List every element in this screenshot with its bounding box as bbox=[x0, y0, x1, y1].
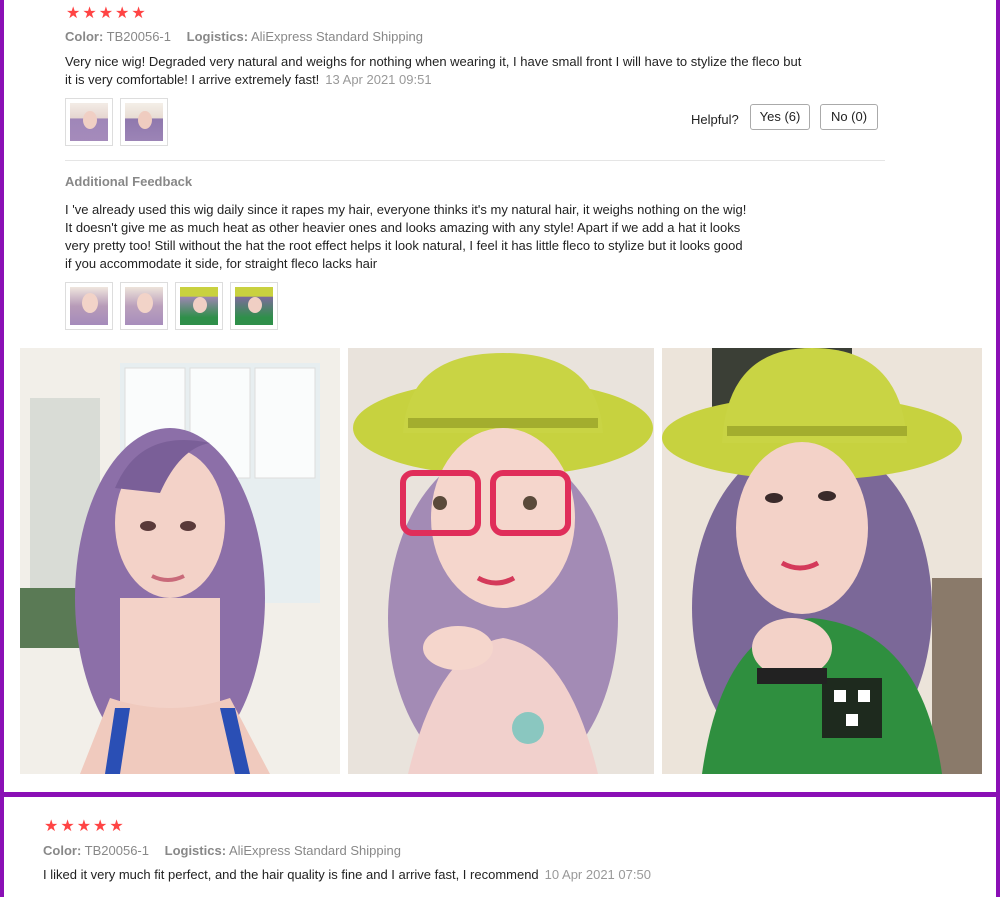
star-icon: ★ bbox=[76, 818, 92, 835]
review-card: ★ ★ ★ ★ ★ Color: TB20056-1 Logistics: Al… bbox=[4, 0, 996, 792]
review-text-block: Very nice wig! Degraded very natural and… bbox=[65, 53, 805, 89]
review-thumbnail[interactable] bbox=[65, 98, 113, 146]
star-icon: ★ bbox=[115, 5, 130, 22]
review-card: ★ ★ ★ ★ ★ Color: TB20056-1 Logistics: Al… bbox=[4, 797, 996, 897]
feedback-thumbnail[interactable] bbox=[65, 282, 113, 330]
review-photo-large[interactable] bbox=[20, 348, 340, 774]
divider bbox=[65, 160, 885, 161]
helpful-yes-button[interactable]: Yes (6) bbox=[750, 104, 810, 130]
star-rating: ★ ★ ★ ★ ★ bbox=[66, 6, 146, 22]
star-icon: ★ bbox=[93, 818, 108, 835]
color-label: Color: bbox=[65, 29, 104, 44]
color-value: TB20056-1 bbox=[106, 29, 171, 44]
star-icon: ★ bbox=[60, 818, 75, 835]
helpful-no-button[interactable]: No (0) bbox=[820, 104, 878, 130]
logistics-label: Logistics: bbox=[186, 29, 249, 44]
star-icon: ★ bbox=[66, 5, 81, 22]
star-icon: ★ bbox=[44, 818, 59, 835]
review-date: 10 Apr 2021 07:50 bbox=[544, 867, 651, 882]
star-icon: ★ bbox=[82, 5, 97, 22]
logistics-value: AliExpress Standard Shipping bbox=[228, 843, 401, 858]
review-photo-large[interactable] bbox=[348, 348, 654, 774]
color-label: Color: bbox=[43, 843, 82, 858]
review-text: I liked it very much fit perfect, and th… bbox=[43, 867, 539, 882]
star-icon: ★ bbox=[131, 5, 146, 22]
review-photo-large[interactable] bbox=[662, 348, 982, 774]
additional-feedback-text: I 've already used this wig daily since … bbox=[65, 202, 747, 271]
review-thumbnail[interactable] bbox=[120, 98, 168, 146]
review-meta: Color: TB20056-1 Logistics: AliExpress S… bbox=[43, 843, 401, 858]
star-icon: ★ bbox=[109, 818, 124, 835]
color-value: TB20056-1 bbox=[84, 843, 149, 858]
review-meta: Color: TB20056-1 Logistics: AliExpress S… bbox=[65, 29, 423, 44]
feedback-thumbnail[interactable] bbox=[175, 282, 223, 330]
additional-feedback-heading: Additional Feedback bbox=[65, 174, 193, 189]
review-text-block: I liked it very much fit perfect, and th… bbox=[43, 866, 943, 884]
star-icon: ★ bbox=[98, 5, 114, 22]
review-date: 13 Apr 2021 09:51 bbox=[325, 72, 432, 87]
review-text: Very nice wig! Degraded very natural and… bbox=[65, 54, 802, 87]
feedback-thumbnail[interactable] bbox=[120, 282, 168, 330]
helpful-label: Helpful? bbox=[691, 112, 739, 127]
feedback-thumbnail[interactable] bbox=[230, 282, 278, 330]
logistics-value: AliExpress Standard Shipping bbox=[250, 29, 423, 44]
logistics-label: Logistics: bbox=[164, 843, 227, 858]
star-rating: ★ ★ ★ ★ ★ bbox=[44, 819, 124, 835]
